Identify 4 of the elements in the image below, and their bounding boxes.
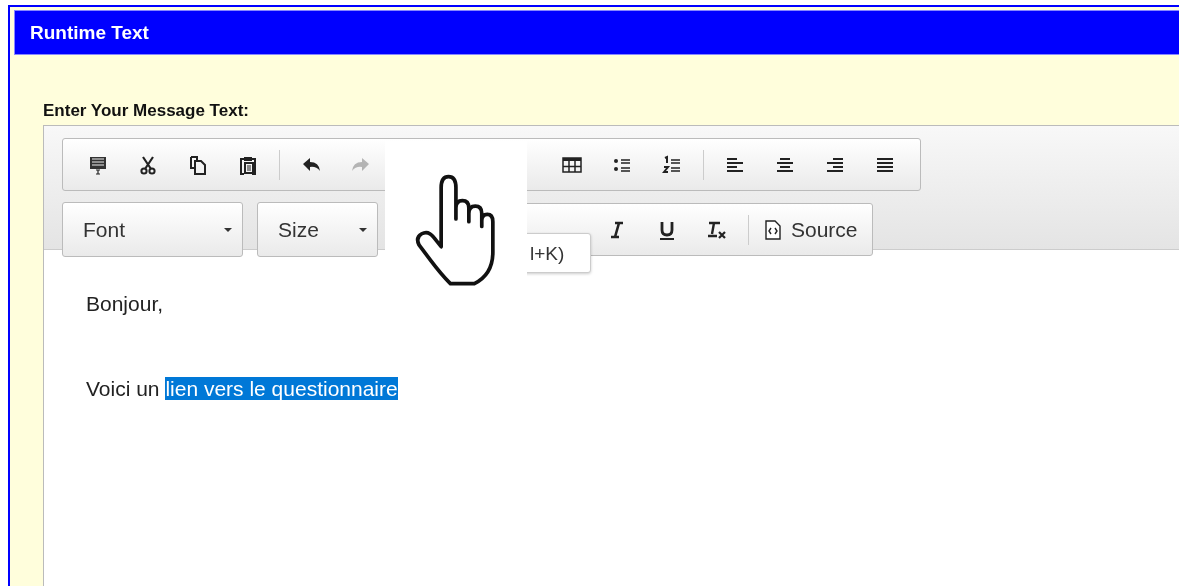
paragraph-text: Bonjour, bbox=[86, 291, 165, 317]
field-label: Enter Your Message Text: bbox=[43, 101, 250, 122]
paragraph-text: Voici un bbox=[86, 377, 161, 400]
window-title: Runtime Text bbox=[14, 10, 1179, 55]
